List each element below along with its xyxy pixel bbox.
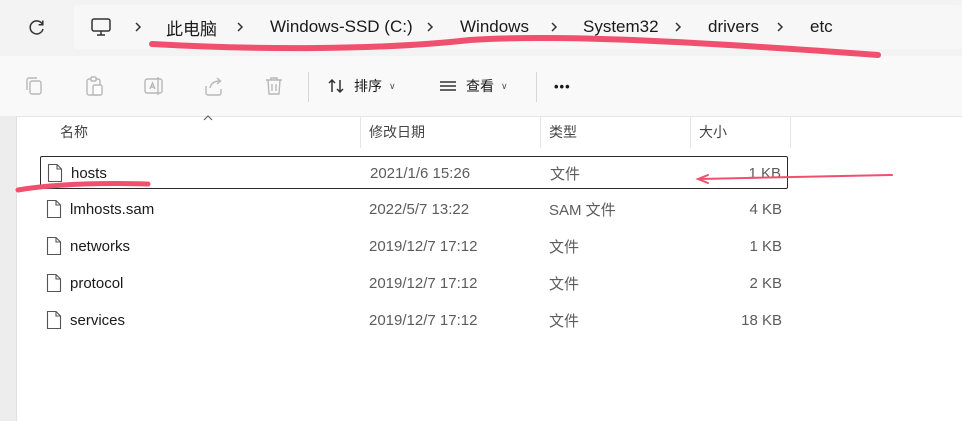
breadcrumb-etc[interactable]: etc: [810, 5, 833, 49]
file-date: 2021/1/6 15:26: [370, 165, 471, 182]
refresh-button[interactable]: [24, 14, 50, 40]
chevron-right-icon[interactable]: [234, 19, 246, 35]
file-name: protocol: [70, 275, 124, 292]
navigation-pane-edge: [0, 116, 17, 421]
address-bar[interactable]: 此电脑 Windows-SSD (C:) Windows System32 dr…: [74, 5, 962, 49]
file-name: lmhosts.sam: [70, 201, 155, 218]
view-button[interactable]: 查看 ∨: [438, 70, 508, 102]
file-type: 文件: [549, 239, 580, 256]
column-divider[interactable]: [790, 116, 791, 148]
breadcrumb-windows-ssd[interactable]: Windows-SSD (C:): [270, 5, 413, 49]
column-header-size[interactable]: 大小: [699, 116, 727, 148]
chevron-right-icon[interactable]: [424, 19, 436, 35]
file-date: 2019/12/7 17:12: [369, 312, 478, 329]
copy-icon[interactable]: [22, 74, 46, 98]
file-icon: [46, 236, 62, 256]
file-date: 2022/5/7 13:22: [369, 201, 470, 218]
file-icon: [46, 273, 62, 293]
command-bar: 排序 ∨ 查看 ∨ •••: [0, 56, 962, 117]
file-icon: [46, 310, 62, 330]
breadcrumb-drivers[interactable]: drivers: [708, 5, 759, 49]
sort-ascending-icon: [203, 115, 213, 121]
chevron-right-icon[interactable]: [774, 19, 786, 35]
share-icon[interactable]: [202, 74, 226, 98]
breadcrumb-system32[interactable]: System32: [583, 5, 659, 49]
file-size: 1 KB: [748, 165, 781, 182]
chevron-down-icon: ∨: [389, 80, 396, 91]
breadcrumb-this-pc[interactable]: 此电脑: [166, 5, 217, 49]
file-type: 文件: [550, 166, 581, 183]
file-type: 文件: [549, 276, 580, 293]
file-size: 2 KB: [749, 275, 782, 292]
toolbar-divider: [308, 72, 309, 102]
file-name: networks: [70, 238, 131, 255]
file-row-hosts[interactable]: hosts 2021/1/6 15:26 文件 1 KB: [40, 156, 788, 189]
file-size: 4 KB: [749, 201, 782, 218]
chevron-right-icon[interactable]: [548, 19, 560, 35]
file-size: 18 KB: [741, 312, 782, 329]
file-name: hosts: [71, 165, 107, 182]
file-row-services[interactable]: services 2019/12/7 17:12 文件 18 KB: [40, 304, 788, 337]
chevron-down-icon: ∨: [501, 80, 508, 91]
computer-icon: [91, 18, 111, 36]
toolbar-divider: [536, 72, 537, 102]
more-options-button[interactable]: •••: [554, 70, 571, 102]
rename-icon[interactable]: [142, 74, 166, 98]
column-divider[interactable]: [540, 116, 541, 148]
file-name: services: [70, 312, 126, 329]
file-icon: [47, 163, 63, 183]
column-header-name[interactable]: 名称: [60, 116, 88, 148]
file-icon: [46, 199, 62, 219]
column-header-date[interactable]: 修改日期: [369, 116, 425, 148]
delete-icon[interactable]: [262, 74, 286, 98]
file-row-networks[interactable]: networks 2019/12/7 17:12 文件 1 KB: [40, 230, 788, 263]
file-row-lmhosts[interactable]: lmhosts.sam 2022/5/7 13:22 SAM 文件 4 KB: [40, 193, 788, 226]
paste-icon[interactable]: [82, 74, 106, 98]
file-row-protocol[interactable]: protocol 2019/12/7 17:12 文件 2 KB: [40, 267, 788, 300]
more-icon: •••: [554, 78, 571, 94]
breadcrumb-windows[interactable]: Windows: [460, 5, 529, 49]
sort-icon: [328, 78, 344, 94]
file-type: 文件: [549, 313, 580, 330]
chevron-right-icon[interactable]: [672, 19, 684, 35]
refresh-icon: [29, 20, 44, 35]
sort-label: 排序: [354, 78, 382, 94]
sort-button[interactable]: 排序 ∨: [326, 70, 396, 102]
file-size: 1 KB: [749, 238, 782, 255]
file-date: 2019/12/7 17:12: [369, 238, 478, 255]
chevron-right-icon[interactable]: [132, 19, 144, 35]
file-date: 2019/12/7 17:12: [369, 275, 478, 292]
column-header-type[interactable]: 类型: [549, 116, 577, 148]
view-list-icon: [440, 81, 456, 91]
column-header-row: 名称 修改日期 类型 大小: [18, 115, 962, 148]
address-row: 此电脑 Windows-SSD (C:) Windows System32 dr…: [0, 0, 962, 56]
view-label: 查看: [466, 78, 494, 94]
column-divider[interactable]: [360, 116, 361, 148]
file-type: SAM 文件: [549, 202, 616, 219]
column-divider[interactable]: [690, 116, 691, 148]
